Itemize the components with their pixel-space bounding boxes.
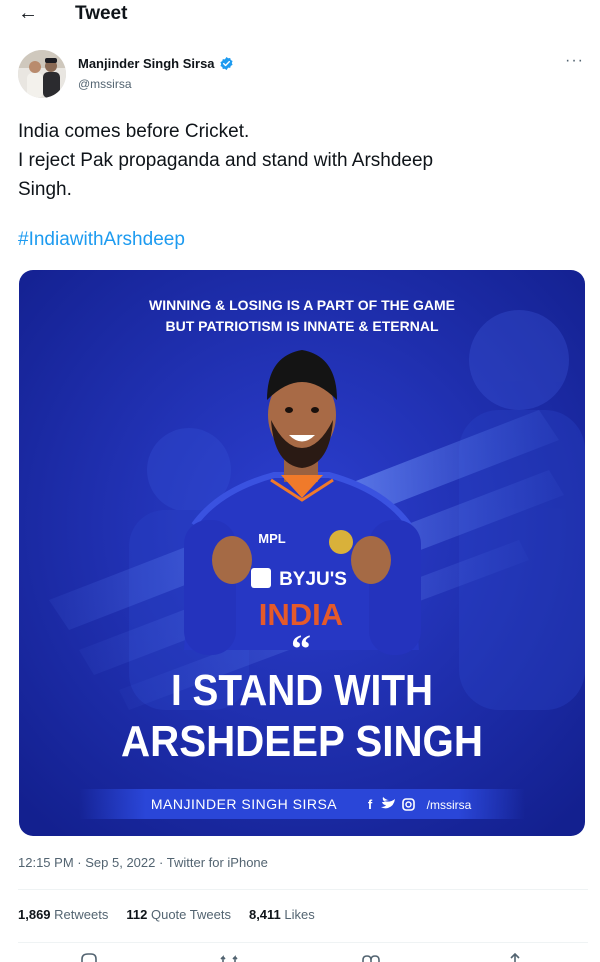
- share-icon[interactable]: [506, 950, 524, 962]
- page-title: Tweet: [75, 3, 128, 24]
- likes-count: 8,411: [248, 907, 281, 922]
- poster-tagline-line-2: BUT PATRIOTISM IS INNATE & ETERNAL: [166, 318, 439, 334]
- likes-label: Likes: [284, 907, 315, 922]
- poster-headline-line-1: I STAND WITH: [171, 666, 433, 715]
- hashtag-link[interactable]: #IndiawithArshdeep: [18, 229, 185, 251]
- tweet-author: Manjinder Singh Sirsa @mssirsa ···: [18, 50, 588, 100]
- tweet-text-line: India comes before Cricket.: [18, 121, 250, 142]
- facebook-icon: f: [368, 797, 373, 812]
- bcci-crest-icon: [329, 530, 353, 554]
- quotes-label: Quote Tweets: [150, 907, 231, 922]
- likes-stat[interactable]: 8,411 Likes: [249, 907, 315, 922]
- like-icon[interactable]: [362, 950, 380, 962]
- tweet-source[interactable]: Twitter for iPhone: [167, 855, 268, 870]
- tweet-time[interactable]: 12:15 PM: [18, 855, 74, 870]
- quote-mark: “: [291, 626, 311, 671]
- tweet-meta: 12:15 PM · Sep 5, 2022 · Twitter for iPh…: [18, 855, 268, 870]
- poster-footer-handle: /mssirsa: [427, 798, 472, 812]
- meta-separator: ·: [159, 855, 164, 870]
- avatar[interactable]: [18, 50, 66, 98]
- tweet-stats: 1,869 Retweets 112 Quote Tweets 8,411 Li…: [18, 907, 315, 922]
- poster-headline-line-2: ARSHDEEP SINGH: [121, 717, 483, 766]
- arrow-left-icon[interactable]: ←: [18, 2, 38, 24]
- divider: [18, 889, 588, 890]
- retweets-stat[interactable]: 1,869 Retweets: [18, 907, 108, 922]
- more-options-icon[interactable]: ···: [565, 52, 584, 70]
- byjus-logo-icon: [251, 568, 271, 588]
- retweet-icon[interactable]: [220, 950, 238, 962]
- tweet-date[interactable]: Sep 5, 2022: [85, 855, 155, 870]
- meta-separator: ·: [77, 855, 82, 870]
- jersey-sponsor-text: MPL: [258, 531, 286, 546]
- quotes-count: 112: [126, 907, 148, 922]
- author-name[interactable]: Manjinder Singh Sirsa: [78, 56, 215, 71]
- jersey-brand-text: BYJU'S: [279, 569, 347, 590]
- author-handle[interactable]: @mssirsa: [78, 77, 132, 91]
- divider: [18, 942, 588, 943]
- tweet-media-image[interactable]: WINNING & LOSING IS A PART OF THE GAME B…: [19, 270, 585, 836]
- retweets-count: 1,869: [18, 907, 51, 922]
- poster-footer-name: MANJINDER SINGH SIRSA: [151, 796, 337, 812]
- tweet-text-line: I reject Pak propaganda and stand with A…: [18, 150, 434, 171]
- reply-icon[interactable]: [80, 950, 98, 962]
- retweets-label: Retweets: [54, 907, 109, 922]
- tweet-text: India comes before Cricket. I reject Pak…: [18, 117, 578, 204]
- verified-badge-icon: [219, 56, 233, 71]
- avatar-image: [18, 50, 66, 98]
- top-bar: ← Tweet: [0, 0, 600, 30]
- tweet-actions: [18, 950, 588, 962]
- author-name-row: Manjinder Singh Sirsa: [78, 56, 234, 71]
- poster-tagline-line-1: WINNING & LOSING IS A PART OF THE GAME: [149, 297, 455, 313]
- tweet-text-line: Singh.: [18, 179, 72, 200]
- quote-tweets-stat[interactable]: 112 Quote Tweets: [126, 907, 231, 922]
- poster-graphic: WINNING & LOSING IS A PART OF THE GAME B…: [19, 270, 585, 836]
